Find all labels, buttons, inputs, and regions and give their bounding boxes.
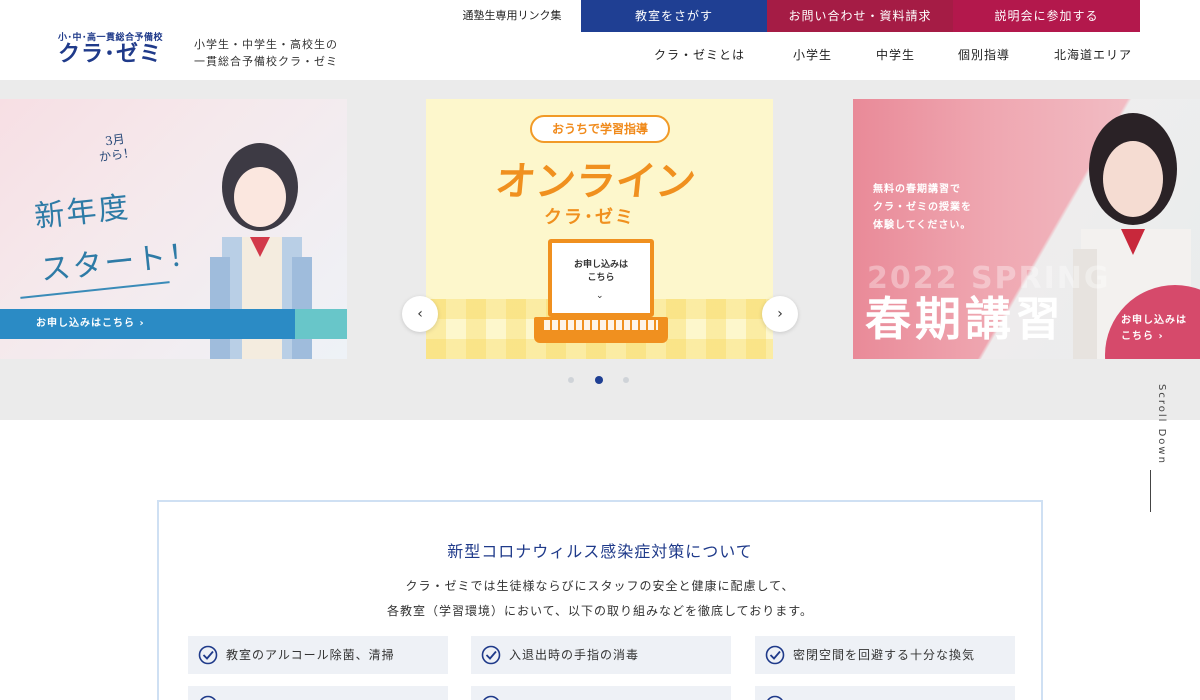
- covid-desc-line-1: クラ・ゼミでは生徒様ならびにスタッフの安全と健康に配慮して、: [405, 579, 795, 593]
- covid-title: 新型コロナウィルス感染症対策について: [447, 542, 753, 561]
- check-circle-icon: [483, 695, 499, 700]
- spring-cta-line-1: お申し込みは: [1121, 315, 1187, 326]
- cta-bar-accent: [295, 309, 347, 339]
- contact-button[interactable]: お問い合わせ・資料請求: [767, 0, 953, 32]
- chevron-down-icon: ⌄: [596, 291, 604, 301]
- slide-title-2: スタート！: [38, 236, 202, 289]
- nav-junior-high[interactable]: 中学生: [876, 46, 915, 66]
- spring-title: 春期講習: [865, 292, 1065, 346]
- measure-item: 教室のアルコール除菌、清掃: [188, 636, 448, 674]
- covid-desc-line-2: 各教室（学習環境）において、以下の取り組みなどを徹底しております。: [386, 604, 814, 618]
- scroll-down-label[interactable]: Scroll Down: [1156, 384, 1167, 465]
- slide-new-year[interactable]: 3月 から！ 新年度 スタート！ お申し込みはこちら ›: [0, 99, 347, 359]
- student-links[interactable]: 通塾生専用リンク集: [444, 0, 580, 32]
- measure-item: [188, 686, 448, 700]
- carousel-dot-1[interactable]: [568, 377, 574, 383]
- find-school-button[interactable]: 教室をさがす: [581, 0, 767, 32]
- measure-item: 密閉空間を回避する十分な換気: [755, 636, 1015, 674]
- spring-cta[interactable]: お申し込みは こちら ›: [1121, 313, 1187, 345]
- laptop-cta: お申し込みは こちら: [552, 259, 650, 285]
- slide-spring-course[interactable]: 無料の春期講習で クラ・ゼミの授業を 体験してください。 2022 SPRING…: [853, 99, 1200, 359]
- laptop-icon[interactable]: お申し込みは こちら ⌄: [548, 239, 654, 317]
- check-circle-icon: [200, 695, 216, 700]
- logo-wordmark: クラ･ゼミ: [58, 42, 163, 67]
- nav-elementary[interactable]: 小学生: [793, 46, 832, 66]
- online-pill: おうちで学習指導: [530, 115, 670, 143]
- laptop-keyboard: [544, 320, 658, 330]
- spring-desc-line-3: 体験してください。: [873, 220, 972, 231]
- check-circle-icon: [481, 645, 501, 665]
- measure-item: 入退出時の手指の消毒: [471, 636, 731, 674]
- online-title: オンライン: [493, 159, 698, 205]
- logo[interactable]: 小･中･高一貫総合予備校 クラ･ゼミ: [58, 30, 163, 67]
- spring-description: 無料の春期講習で クラ・ゼミの授業を 体験してください。: [873, 181, 972, 235]
- carousel-dot-3[interactable]: [623, 377, 629, 383]
- briefing-button[interactable]: 説明会に参加する: [953, 0, 1140, 32]
- spring-desc-line-2: クラ・ゼミの授業を: [873, 202, 972, 213]
- site-tagline: 小学生・中学生・高校生の 一貫総合予備校クラ・ゼミ: [194, 36, 338, 70]
- slide-title-1: 新年度: [32, 190, 132, 235]
- measure-text: 入退出時の手指の消毒: [509, 648, 640, 662]
- carousel-prev-button[interactable]: ‹: [402, 296, 438, 332]
- tagline-line-2: 一貫総合予備校クラ・ゼミ: [194, 55, 338, 68]
- covid-description: クラ・ゼミでは生徒様ならびにスタッフの安全と健康に配慮して、 各教室（学習環境）…: [159, 574, 1041, 624]
- spring-cta-line-2: こちら ›: [1121, 331, 1164, 342]
- measure-text: 密閉空間を回避する十分な換気: [793, 648, 976, 662]
- scroll-down-line: [1150, 470, 1151, 512]
- carousel-next-button[interactable]: ›: [762, 296, 798, 332]
- online-subtitle: クラ･ゼミ: [544, 207, 635, 228]
- laptop-cta-line-1: お申し込みは: [573, 260, 628, 270]
- hero-carousel: 3月 から！ 新年度 スタート！ お申し込みはこちら › おうちで学習指導 オン…: [0, 80, 1200, 420]
- slide-cta[interactable]: お申し込みはこちら ›: [36, 309, 145, 339]
- slide-badge: 3月 から！: [96, 131, 136, 166]
- measure-item: [755, 686, 1015, 700]
- site-header: 小･中･高一貫総合予備校 クラ･ゼミ 小学生・中学生・高校生の 一貫総合予備校ク…: [0, 0, 1200, 80]
- carousel-dot-2[interactable]: [595, 376, 603, 384]
- check-circle-icon: [198, 645, 218, 665]
- tagline-line-1: 小学生・中学生・高校生の: [194, 38, 338, 51]
- nav-individual[interactable]: 個別指導: [958, 46, 1010, 66]
- nav-hokkaido[interactable]: 北海道エリア: [1054, 46, 1132, 66]
- measure-text: 教室のアルコール除菌、清掃: [226, 648, 395, 662]
- measure-item: [471, 686, 731, 700]
- check-circle-icon: [765, 645, 785, 665]
- spring-desc-line-1: 無料の春期講習で: [873, 184, 961, 195]
- laptop-cta-line-2: こちら: [587, 273, 615, 283]
- covid-notice: 新型コロナウィルス感染症対策について クラ・ゼミでは生徒様ならびにスタッフの安全…: [157, 500, 1043, 700]
- check-circle-icon: [767, 695, 783, 700]
- slide-online[interactable]: おうちで学習指導 オンライン クラ･ゼミ お申し込みは こちら ⌄: [426, 99, 773, 359]
- nav-about[interactable]: クラ・ゼミとは: [654, 46, 745, 66]
